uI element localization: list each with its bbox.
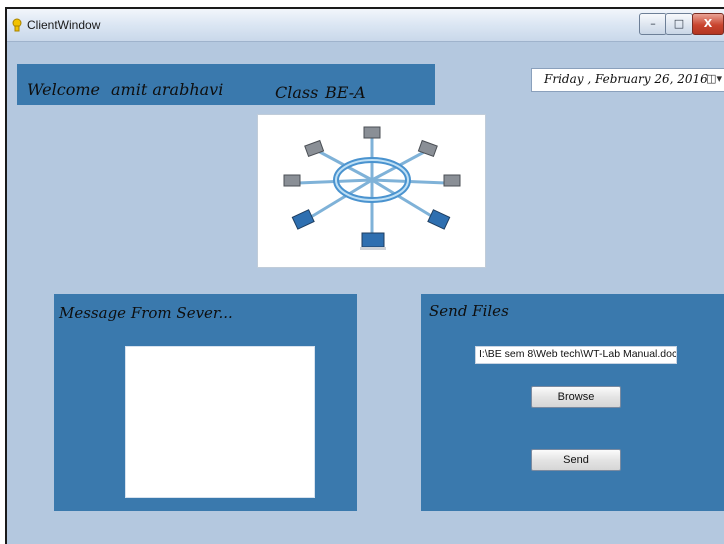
calendar-dropdown-icon[interactable]: ◫▾ <box>706 72 722 85</box>
welcome-label: Welcome <box>27 80 100 99</box>
app-icon <box>12 18 22 32</box>
user-name: amit arabhavi <box>111 80 224 99</box>
close-button[interactable]: X <box>692 13 724 35</box>
date-value: Friday , February 26, 2016 <box>544 72 708 86</box>
client-window: ClientWindow – □ X Welcome amit arabhavi… <box>5 7 724 544</box>
message-panel: Message From Sever... <box>54 294 357 511</box>
title-bar[interactable]: ClientWindow – □ X <box>7 9 724 42</box>
send-files-title: Send Files <box>429 302 509 320</box>
server-message-box[interactable] <box>125 346 315 498</box>
network-diagram-image <box>257 114 486 268</box>
class-value: BE-A <box>325 83 366 102</box>
send-files-panel: Send Files I:\BE sem 8\Web tech\WT-Lab M… <box>421 294 724 511</box>
minimize-button[interactable]: – <box>639 13 667 35</box>
browse-button[interactable]: Browse <box>531 386 621 408</box>
date-picker[interactable]: Friday , February 26, 2016 ◫▾ <box>531 68 724 92</box>
window-title: ClientWindow <box>27 18 101 32</box>
class-label: Class <box>275 83 319 102</box>
welcome-panel: Welcome amit arabhavi Class BE-A <box>17 64 435 105</box>
file-path-input[interactable]: I:\BE sem 8\Web tech\WT-Lab Manual.doc <box>475 346 677 364</box>
network-diagram-icon <box>283 126 461 250</box>
send-button[interactable]: Send <box>531 449 621 471</box>
message-panel-title: Message From Sever... <box>59 304 233 322</box>
maximize-button[interactable]: □ <box>665 13 693 35</box>
